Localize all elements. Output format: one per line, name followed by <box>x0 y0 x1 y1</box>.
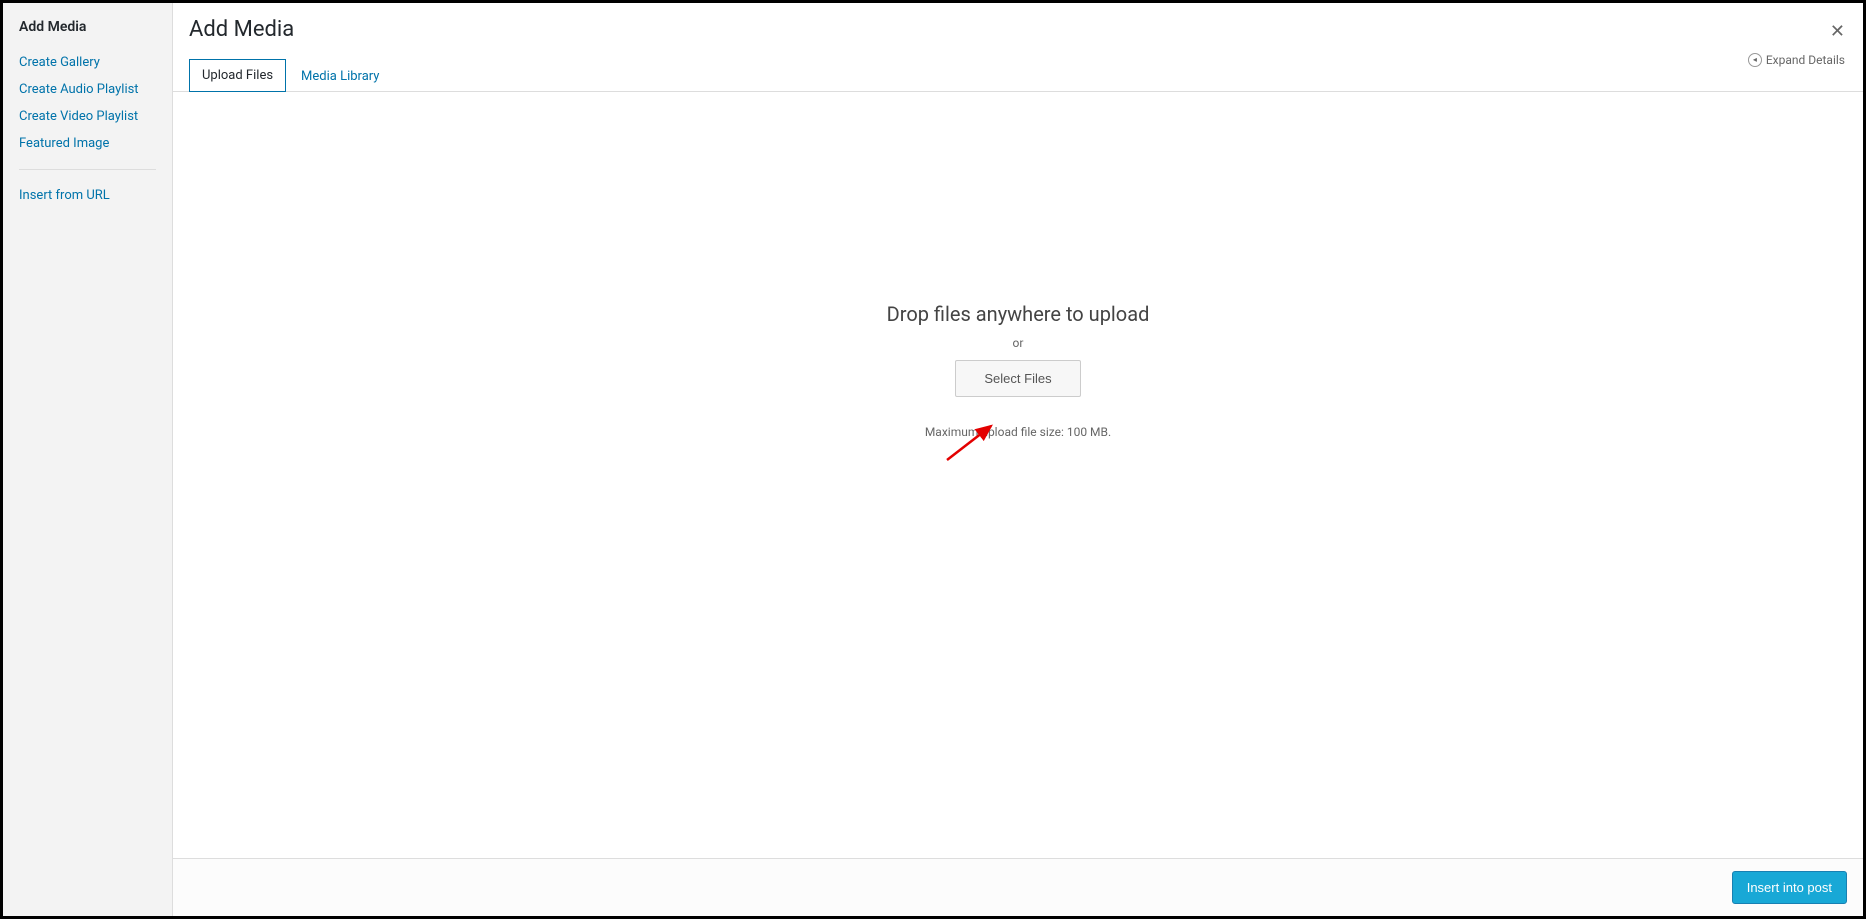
sidebar-item-featured-image[interactable]: Featured Image <box>19 130 156 157</box>
or-text: or <box>1013 336 1024 350</box>
sidebar-item-insert-from-url[interactable]: Insert from URL <box>19 182 156 209</box>
sidebar-item-create-gallery[interactable]: Create Gallery <box>19 49 156 76</box>
main-header: Add Media ✕ ◂ Expand Details <box>173 3 1863 43</box>
insert-into-post-button[interactable]: Insert into post <box>1732 871 1847 904</box>
sidebar-title: Add Media <box>19 19 156 35</box>
add-media-modal: Add Media Create Gallery Create Audio Pl… <box>0 0 1866 919</box>
upload-area[interactable]: Drop files anywhere to upload or Select … <box>173 92 1863 858</box>
tab-media-library[interactable]: Media Library <box>288 60 392 92</box>
main-panel: Add Media ✕ ◂ Expand Details Upload File… <box>173 3 1863 916</box>
sidebar-divider <box>19 169 156 170</box>
close-icon: ✕ <box>1830 21 1845 41</box>
modal-body: Add Media Create Gallery Create Audio Pl… <box>3 3 1863 916</box>
page-title: Add Media <box>189 17 1847 43</box>
drop-message: Drop files anywhere to upload <box>887 302 1150 326</box>
tabs: Upload Files Media Library <box>173 51 1863 92</box>
modal-footer: Insert into post <box>173 858 1863 916</box>
close-button[interactable]: ✕ <box>1826 17 1849 46</box>
sidebar-item-create-audio-playlist[interactable]: Create Audio Playlist <box>19 76 156 103</box>
sidebar: Add Media Create Gallery Create Audio Pl… <box>3 3 173 916</box>
tab-upload-files[interactable]: Upload Files <box>189 59 286 92</box>
select-files-button[interactable]: Select Files <box>955 360 1080 397</box>
sidebar-item-create-video-playlist[interactable]: Create Video Playlist <box>19 103 156 130</box>
max-upload-size: Maximum upload file size: 100 MB. <box>925 425 1111 439</box>
